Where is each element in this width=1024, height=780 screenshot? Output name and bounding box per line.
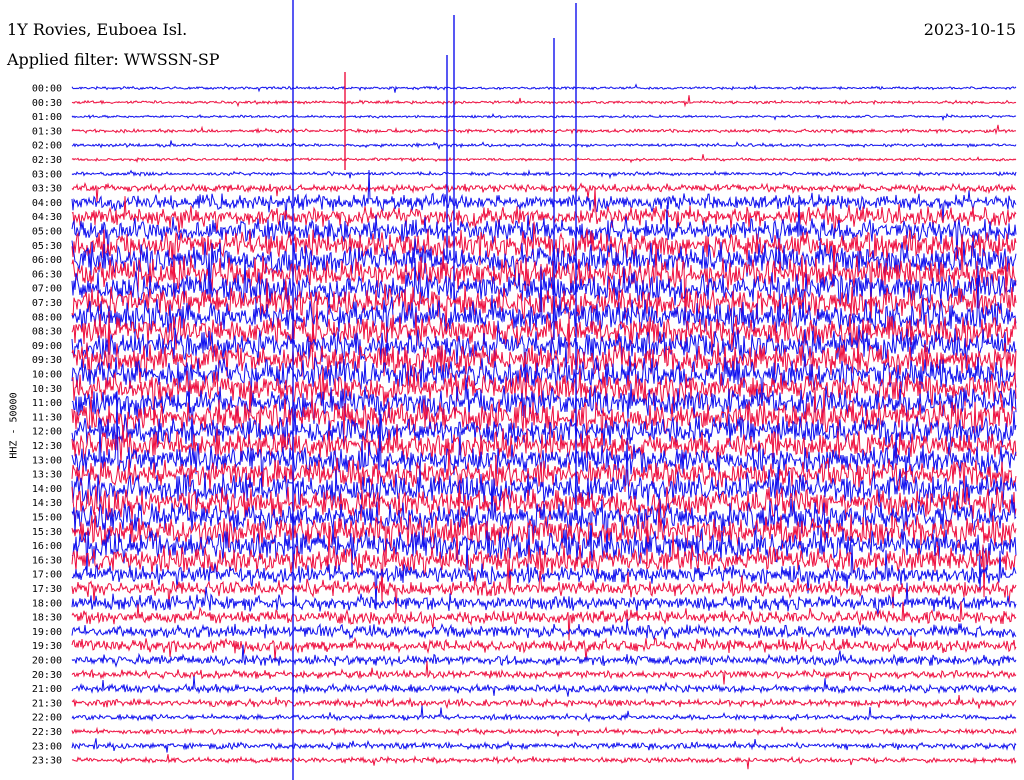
- channel-label: HHZ - 50000: [8, 392, 20, 459]
- row-time-label: 00:00: [32, 84, 62, 95]
- row-time-label: 04:30: [32, 212, 62, 223]
- row-time-label: 20:00: [32, 656, 62, 667]
- row-time-label: 10:30: [32, 384, 62, 395]
- row-time-label: 23:30: [32, 756, 62, 767]
- row-time-label: 18:30: [32, 613, 62, 624]
- trace-line: [71, 635, 1017, 662]
- row-time-label: 09:30: [32, 355, 62, 366]
- trace-line: [71, 618, 1017, 641]
- row-time-label: 08:00: [32, 312, 62, 323]
- trace-line: [71, 83, 1017, 93]
- trace-line: [71, 738, 1017, 753]
- row-time-label: 06:00: [32, 255, 62, 266]
- row-time-label: 21:00: [32, 684, 62, 695]
- row-time-label: 19:00: [32, 627, 62, 638]
- trace-line: [71, 705, 1017, 723]
- row-time-label: 12:30: [32, 441, 62, 452]
- trace-line: [71, 112, 1017, 122]
- row-time-label: 05:00: [32, 227, 62, 238]
- row-time-label: 05:30: [32, 241, 62, 252]
- helicorder-page: 1Y Rovies, Euboea Isl. 2023-10-15 Applie…: [0, 0, 1024, 780]
- row-time-label: 21:30: [32, 698, 62, 709]
- row-time-label: 14:00: [32, 484, 62, 495]
- row-time-label: 19:30: [32, 641, 62, 652]
- row-time-label: 04:00: [32, 198, 62, 209]
- row-time-label: 22:30: [32, 727, 62, 738]
- trace-line: [71, 95, 1017, 108]
- row-time-label: 01:00: [32, 112, 62, 123]
- row-time-label: 06:30: [32, 269, 62, 280]
- row-time-label: 11:00: [32, 398, 62, 409]
- row-time-label: 07:00: [32, 284, 62, 295]
- row-time-label: 02:30: [32, 155, 62, 166]
- trace-line: [71, 124, 1017, 136]
- row-time-label: 10:00: [32, 370, 62, 381]
- row-time-label: 17:00: [32, 570, 62, 581]
- row-time-label: 13:30: [32, 470, 62, 481]
- trace-line: [71, 140, 1017, 150]
- row-time-label: 20:30: [32, 670, 62, 681]
- row-time-label: 16:30: [32, 555, 62, 566]
- row-time-label: 15:00: [32, 513, 62, 524]
- trace-line: [71, 660, 1017, 685]
- row-time-label: 22:00: [32, 713, 62, 724]
- trace-line: [71, 154, 1017, 164]
- row-time-label: 07:30: [32, 298, 62, 309]
- helicorder-plot: 00:00 00:30 01:00 01:30 02:00 02:30 03:00 03:30…: [32, 0, 1017, 780]
- row-time-label: 03:30: [32, 184, 62, 195]
- row-time-label: 03:00: [32, 169, 62, 180]
- trace-line: [71, 695, 1017, 710]
- row-time-label: 00:30: [32, 98, 62, 109]
- row-time-label: 13:00: [32, 455, 62, 466]
- row-time-label: 01:30: [32, 126, 62, 137]
- row-time-label: 14:30: [32, 498, 62, 509]
- row-time-label: 08:30: [32, 327, 62, 338]
- row-time-label: 09:00: [32, 341, 62, 352]
- row-time-label: 15:30: [32, 527, 62, 538]
- row-time-label: 18:00: [32, 598, 62, 609]
- trace-line: [71, 726, 1017, 737]
- row-time-label: 23:00: [32, 741, 62, 752]
- row-time-label: 11:30: [32, 412, 62, 423]
- trace-line: [71, 676, 1017, 697]
- row-time-label: 17:30: [32, 584, 62, 595]
- trace-line: [71, 169, 1017, 180]
- row-time-label: 02:00: [32, 141, 62, 152]
- row-time-label: 16:00: [32, 541, 62, 552]
- row-time-label: 12:00: [32, 427, 62, 438]
- trace-line: [71, 754, 1017, 770]
